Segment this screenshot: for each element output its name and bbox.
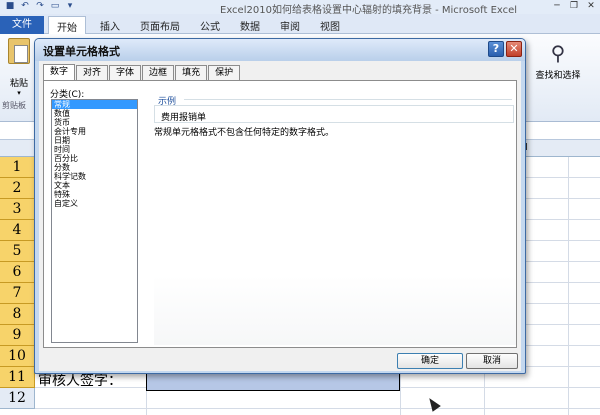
undo-icon[interactable]: ↶	[19, 1, 31, 12]
find-select-label: 查找和选择	[535, 71, 581, 81]
tab-view[interactable]: 视图	[320, 18, 340, 33]
row-header[interactable]: 2	[0, 178, 35, 199]
chevron-down-icon: ▾	[17, 89, 21, 97]
tab-file[interactable]: 文件	[0, 16, 44, 34]
category-item-fraction[interactable]: 分数	[52, 163, 137, 172]
row-header[interactable]: 11	[0, 367, 35, 388]
category-item-time[interactable]: 时间	[52, 145, 137, 154]
row-header[interactable]: 8	[0, 304, 35, 325]
tab-border[interactable]: 边框	[142, 65, 175, 80]
category-item-currency[interactable]: 货币	[52, 118, 137, 127]
tab-review[interactable]: 审阅	[280, 18, 300, 33]
row-header[interactable]: 5	[0, 241, 35, 262]
tab-font[interactable]: 字体	[109, 65, 142, 80]
excel-title-bar: ■ ↶ ↷ ▭ ▾ Excel2010如何给表格设置中心辐射的填充背景 - Mi…	[0, 0, 600, 16]
dialog-client-area: 数字 对齐 字体 边框 填充 保护 分类(C): 常规 数值 货币 会计专用 日…	[39, 61, 521, 371]
tab-formulas[interactable]: 公式	[200, 18, 220, 33]
minimize-icon[interactable]: ─	[550, 0, 564, 12]
dialog-title: 设置单元格格式	[43, 45, 120, 58]
tab-alignment[interactable]: 对齐	[76, 65, 109, 80]
number-tab-panel: 分类(C): 常规 数值 货币 会计专用 日期 时间 百分比 分数 科学记数 文…	[43, 80, 517, 348]
customize-icon[interactable]: ▾	[64, 1, 76, 12]
tab-data[interactable]: 数据	[240, 18, 260, 33]
row-header[interactable]: 4	[0, 220, 35, 241]
category-item-general[interactable]: 常规	[52, 100, 137, 109]
category-item-accounting[interactable]: 会计专用	[52, 127, 137, 136]
panel-background	[154, 275, 516, 345]
sample-value: 费用报销单	[161, 113, 207, 123]
row-header[interactable]: 9	[0, 325, 35, 346]
row-header[interactable]: 1	[0, 157, 35, 178]
category-item-text[interactable]: 文本	[52, 181, 137, 190]
category-listbox[interactable]: 常规 数值 货币 会计专用 日期 时间 百分比 分数 科学记数 文本 特殊 自定…	[51, 99, 138, 343]
row-header[interactable]: 7	[0, 283, 35, 304]
restore-icon[interactable]: ❐	[567, 0, 581, 12]
tab-page-layout[interactable]: 页面布局	[140, 18, 180, 33]
row-header[interactable]: 12	[0, 388, 35, 409]
paste-label: 粘贴	[9, 79, 28, 89]
close-window-icon[interactable]: ✕	[584, 0, 598, 12]
sample-group-line	[184, 99, 512, 100]
binoculars-icon: ⚲	[550, 41, 566, 65]
help-button[interactable]: ?	[488, 41, 504, 57]
grid-row-line	[35, 408, 600, 409]
dialog-title-bar[interactable]: 设置单元格格式 ? ✕	[35, 39, 525, 61]
tab-fill[interactable]: 填充	[175, 65, 208, 80]
quick-access-toolbar: ■ ↶ ↷ ▭ ▾	[4, 1, 76, 12]
row-header[interactable]: 10	[0, 346, 35, 367]
selected-cell-range[interactable]	[146, 371, 400, 391]
save-icon[interactable]: ■	[4, 1, 16, 12]
format-cells-dialog: 设置单元格格式 ? ✕ 数字 对齐 字体 边框 填充 保护 分类(C): 常规 …	[34, 38, 526, 374]
category-item-custom[interactable]: 自定义	[52, 199, 137, 208]
category-item-special[interactable]: 特殊	[52, 190, 137, 199]
cancel-button[interactable]: 取消	[466, 353, 518, 369]
ribbon-tab-strip: 文件 开始 插入 页面布局 公式 数据 审阅 视图	[0, 14, 600, 35]
clipboard-icon	[8, 38, 30, 64]
grid-column-line	[568, 157, 569, 415]
category-item-number[interactable]: 数值	[52, 109, 137, 118]
ok-button[interactable]: 确定	[397, 353, 463, 369]
find-select-button[interactable]: ⚲ 查找和选择	[520, 42, 596, 81]
clipboard-group-label: 剪贴板	[2, 101, 26, 110]
window-controls: ─ ❐ ✕	[550, 0, 598, 12]
redo-icon[interactable]: ↷	[34, 1, 46, 12]
category-item-date[interactable]: 日期	[52, 136, 137, 145]
open-icon[interactable]: ▭	[49, 1, 61, 12]
dialog-close-button[interactable]: ✕	[506, 41, 522, 57]
row-header[interactable]: 6	[0, 262, 35, 283]
tab-insert[interactable]: 插入	[100, 18, 120, 33]
tab-number[interactable]: 数字	[43, 64, 76, 81]
dialog-tab-strip: 数字 对齐 字体 边框 填充 保护	[43, 64, 241, 81]
format-description: 常规单元格格式不包含任何特定的数字格式。	[154, 128, 335, 138]
sample-preview: 费用报销单	[154, 105, 514, 123]
paste-button[interactable]: 粘贴 ▾	[4, 38, 34, 97]
row-header[interactable]: 3	[0, 199, 35, 220]
category-item-percentage[interactable]: 百分比	[52, 154, 137, 163]
category-item-scientific[interactable]: 科学记数	[52, 172, 137, 181]
tab-protection[interactable]: 保护	[208, 65, 241, 80]
tab-home[interactable]: 开始	[48, 16, 86, 35]
